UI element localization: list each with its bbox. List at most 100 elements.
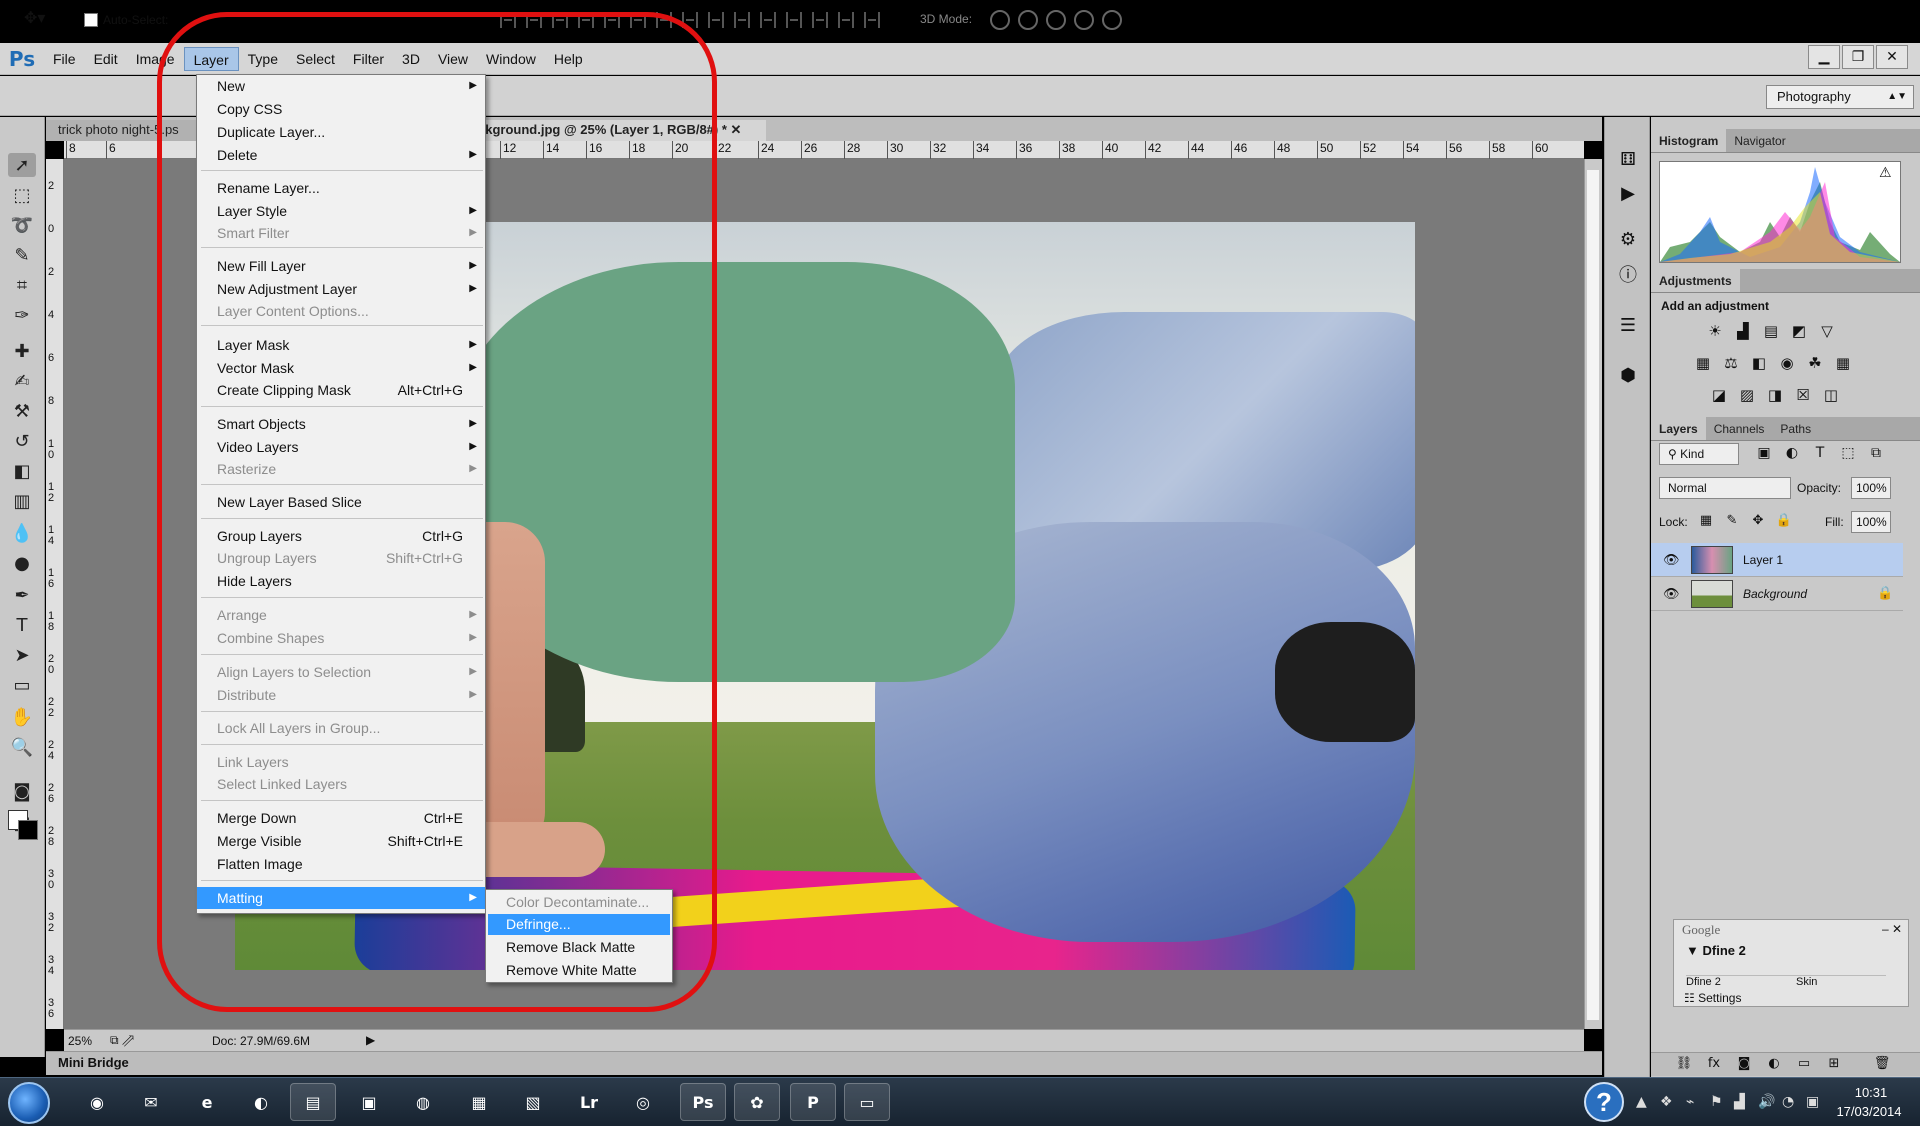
internet-explorer-taskbar-icon[interactable]: e <box>184 1083 230 1121</box>
hand-tool-icon[interactable]: ✋ <box>8 705 36 729</box>
blur-tool-icon[interactable]: 💧 <box>8 521 36 545</box>
background-color-swatch[interactable] <box>18 820 38 840</box>
channel-mixer-icon[interactable]: ☘ <box>1805 353 1825 373</box>
quick-select-tool-icon[interactable]: ✎ <box>8 243 36 267</box>
help-icon[interactable]: ? <box>1584 1082 1624 1122</box>
marquee-tool-icon[interactable]: ⬚ <box>8 183 36 207</box>
pen-tool-icon[interactable]: ✒ <box>8 583 36 607</box>
powerpoint-taskbar-icon[interactable]: P <box>790 1083 836 1121</box>
selective-color-icon[interactable]: ☒ <box>1793 385 1813 405</box>
levels-icon[interactable]: ▟ <box>1733 321 1753 341</box>
vibrance-icon[interactable]: ▽ <box>1817 321 1837 341</box>
align-icon[interactable] <box>812 12 828 28</box>
menu-edit[interactable]: Edit <box>85 47 127 71</box>
close-button[interactable]: ✕ <box>1876 45 1908 69</box>
photoshop-taskbar-icon[interactable]: Ps <box>680 1083 726 1121</box>
adjustment-filter-icon[interactable]: ◐ <box>1783 445 1801 463</box>
black-white-icon[interactable]: ◧ <box>1749 353 1769 373</box>
3d-panel-icon[interactable]: ⚙ <box>1615 227 1641 253</box>
color-balance-icon[interactable]: ⚖ <box>1721 353 1741 373</box>
restore-button[interactable]: ❐ <box>1842 45 1874 69</box>
cube-icon[interactable]: ⬢ <box>1615 363 1641 389</box>
layer-row-layer-1[interactable]: 👁 Layer 1 <box>1651 543 1903 577</box>
rectangle-tool-icon[interactable]: ▭ <box>8 673 36 697</box>
monitor-icon[interactable]: ▣ <box>1806 1094 1819 1110</box>
blue-app-taskbar-icon[interactable]: ▦ <box>456 1083 502 1121</box>
layer-row-background[interactable]: 👁 Background 🔒 <box>1651 577 1903 611</box>
shape-filter-icon[interactable]: ⬚ <box>1839 445 1857 463</box>
new-adjustment-icon[interactable]: ◐ <box>1765 1056 1783 1074</box>
show-hidden-icons-icon[interactable]: ▲ <box>1636 1094 1647 1110</box>
brightness-icon[interactable]: ☀ <box>1705 321 1725 341</box>
type-filter-icon[interactable]: T <box>1811 445 1829 463</box>
align-icon[interactable] <box>708 12 724 28</box>
usb-icon[interactable]: ⌁ <box>1686 1094 1694 1110</box>
gradient-map-icon[interactable]: ◫ <box>1821 385 1841 405</box>
circle-app-taskbar-icon[interactable]: ◍ <box>400 1083 446 1121</box>
flag-icon[interactable]: ⚑ <box>1710 1094 1723 1110</box>
visibility-eye-icon[interactable]: 👁 <box>1663 553 1680 568</box>
mini-bridge-panel[interactable]: Mini Bridge <box>46 1051 1602 1075</box>
opacity-input[interactable]: 100% <box>1851 477 1891 499</box>
close-icon[interactable]: – ✕ <box>1882 922 1902 936</box>
network-signal-icon[interactable]: ▟ <box>1734 1094 1745 1110</box>
dfine-heading[interactable]: ▼ Dfine 2 <box>1686 943 1746 958</box>
volume-icon[interactable]: 🔊 <box>1758 1094 1775 1110</box>
path-selection-tool-icon[interactable]: ➤ <box>8 643 36 667</box>
visibility-eye-icon[interactable]: 👁 <box>1663 587 1680 602</box>
color-lookup-icon[interactable]: ▦ <box>1833 353 1853 373</box>
dfine-preset-row[interactable]: Dfine 2 Skin <box>1686 975 1886 989</box>
green-app-taskbar-icon[interactable]: ▣ <box>346 1083 392 1121</box>
add-mask-icon[interactable]: ◙ <box>1735 1056 1753 1074</box>
security-icon[interactable]: ◔ <box>1782 1094 1794 1110</box>
workspace-select[interactable]: Photography ▲▼ <box>1766 85 1914 109</box>
blend-mode-select[interactable]: Normal <box>1659 477 1791 499</box>
lasso-tool-icon[interactable]: ➰ <box>8 213 36 237</box>
tab-layers[interactable]: Layers <box>1651 417 1706 440</box>
actions-play-icon[interactable]: ▶ <box>1615 181 1641 207</box>
move-tool-icon[interactable]: ➚ <box>8 153 36 177</box>
gmail-taskbar-icon[interactable]: ✉ <box>128 1083 174 1121</box>
layer-style-fx-icon[interactable]: fx <box>1705 1056 1723 1074</box>
lock-pixels-icon[interactable]: ✎ <box>1723 513 1741 531</box>
info-icon[interactable]: ⓘ <box>1615 263 1641 289</box>
align-icon[interactable] <box>864 12 880 28</box>
window-app-taskbar-icon[interactable]: ▭ <box>844 1083 890 1121</box>
move-tool-icon[interactable]: ✥▾ <box>24 8 52 32</box>
align-icon[interactable] <box>786 12 802 28</box>
clone-stamp-tool-icon[interactable]: ⚒ <box>8 399 36 423</box>
link-layers-icon[interactable]: ⛓ <box>1675 1056 1693 1074</box>
new-layer-icon[interactable]: ⊞ <box>1825 1056 1843 1074</box>
history-icon[interactable]: ⚅ <box>1615 147 1641 173</box>
align-icon[interactable] <box>734 12 750 28</box>
type-tool-icon[interactable]: T <box>8 613 36 637</box>
photo-filter-icon[interactable]: ◉ <box>1777 353 1797 373</box>
clock-time[interactable]: 10:31 <box>1836 1085 1906 1100</box>
tab-channels[interactable]: Channels <box>1706 417 1773 440</box>
play-arrow-icon[interactable]: ▶ <box>366 1033 375 1047</box>
zoom-level[interactable]: 25% <box>68 1034 92 1048</box>
tab-adjustments[interactable]: Adjustments <box>1651 269 1740 292</box>
crop-tool-icon[interactable]: ⌗ <box>8 273 36 297</box>
dropbox-icon[interactable]: ❖ <box>1660 1094 1673 1110</box>
chrome-taskbar-icon[interactable]: ◉ <box>74 1083 120 1121</box>
pixel-filter-icon[interactable]: ▣ <box>1755 445 1773 463</box>
scrollbar-thumb[interactable] <box>1587 170 1599 1020</box>
clock-date[interactable]: 17/03/2014 <box>1826 1104 1912 1119</box>
trash-icon[interactable]: 🗑 <box>1873 1056 1891 1074</box>
invert-icon[interactable]: ◪ <box>1709 385 1729 405</box>
quick-mask-icon[interactable]: ◙ <box>8 779 36 803</box>
healing-brush-tool-icon[interactable]: ✚ <box>8 339 36 363</box>
smart-object-filter-icon[interactable]: ⧉ <box>1867 445 1885 463</box>
eyedropper-tool-icon[interactable]: ✑ <box>8 303 36 327</box>
align-icon[interactable] <box>838 12 854 28</box>
orbit-3d-icon[interactable] <box>990 10 1010 30</box>
properties-icon[interactable]: ☰ <box>1615 313 1641 339</box>
purple-app-taskbar-icon[interactable]: ▧ <box>510 1083 556 1121</box>
curves-icon[interactable]: ▤ <box>1761 321 1781 341</box>
warning-icon[interactable]: ⚠ <box>1879 165 1892 181</box>
threshold-icon[interactable]: ◨ <box>1765 385 1785 405</box>
pan-3d-icon[interactable] <box>1046 10 1066 30</box>
dodge-tool-icon[interactable]: ● <box>8 551 36 575</box>
history-brush-tool-icon[interactable]: ↺ <box>8 429 36 453</box>
